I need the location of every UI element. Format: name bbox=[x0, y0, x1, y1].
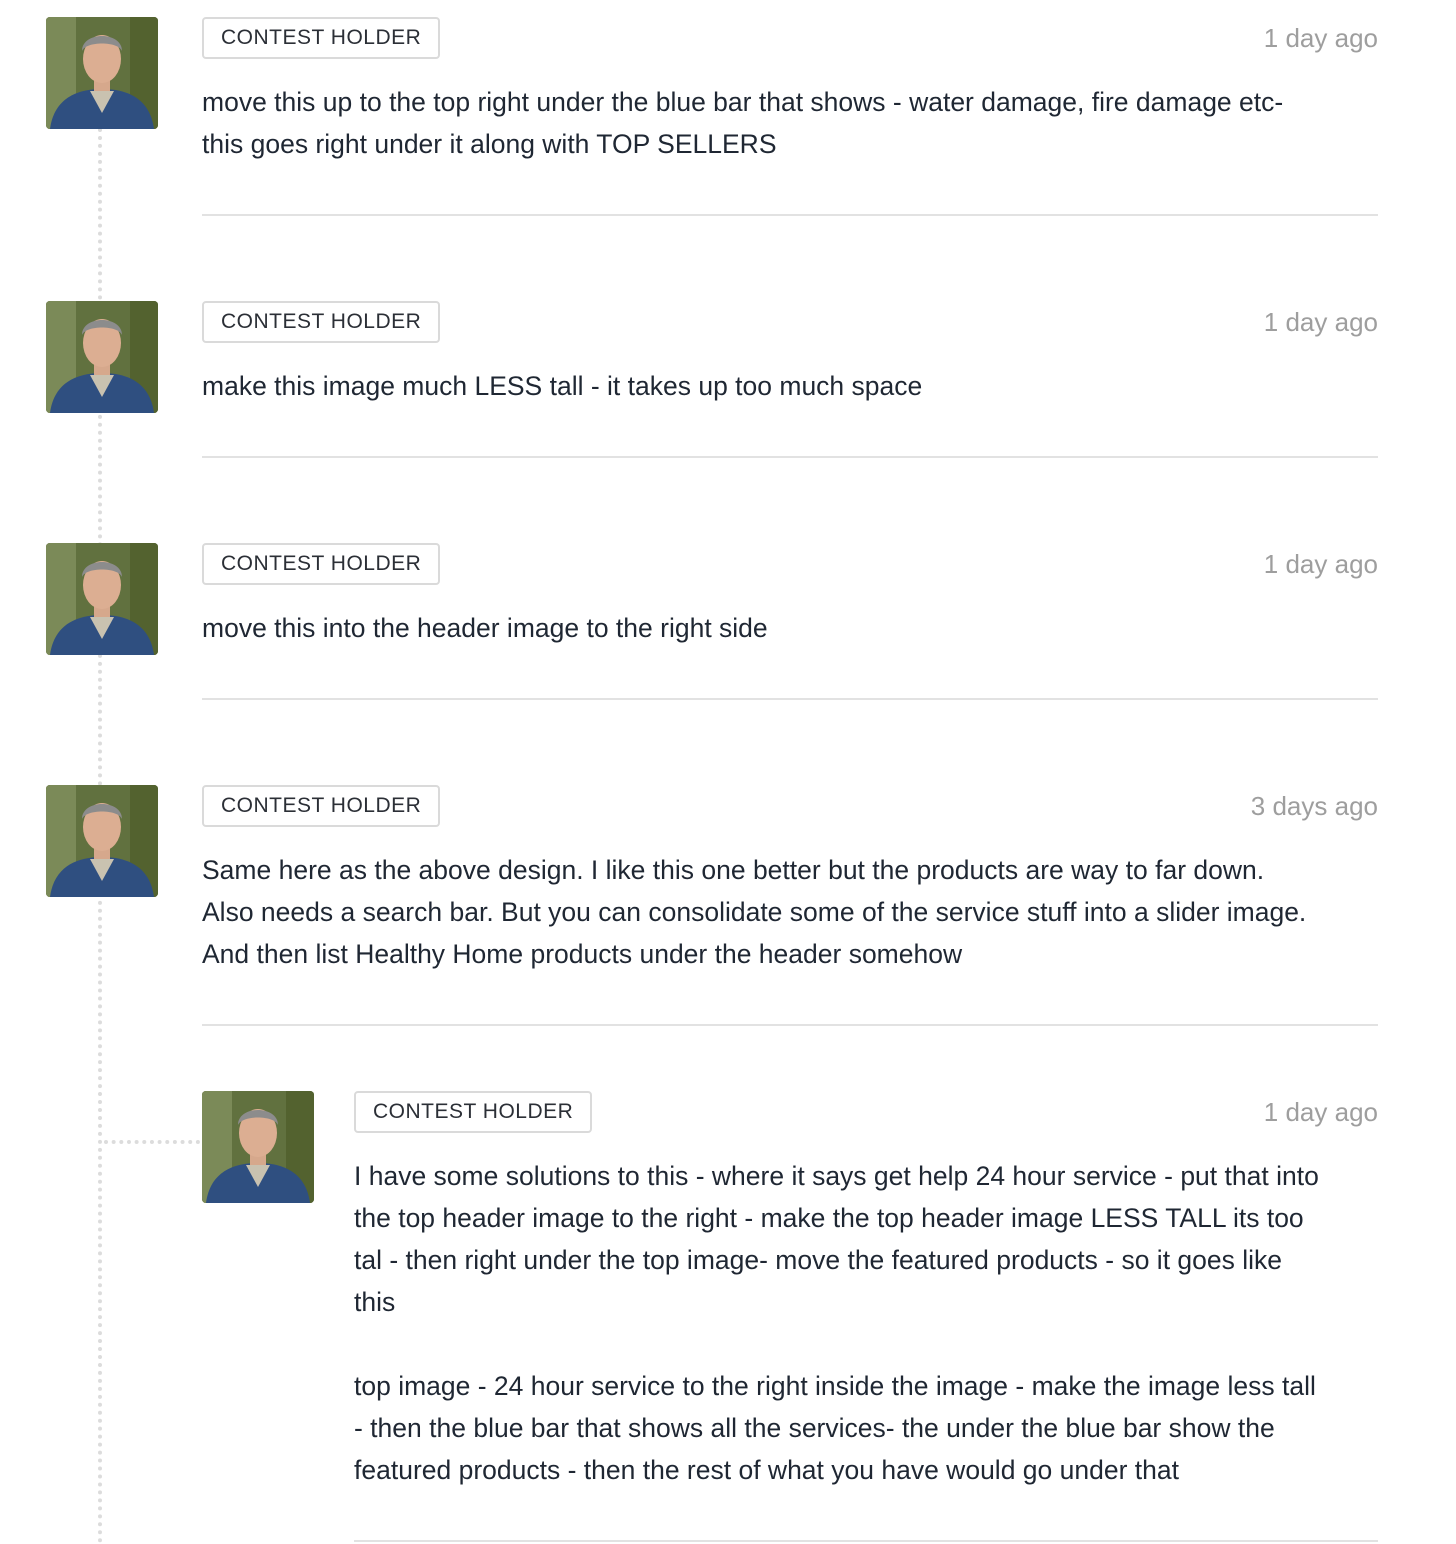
user-photo-icon bbox=[46, 17, 158, 129]
contest-holder-badge: CONTEST HOLDER bbox=[354, 1091, 593, 1133]
divider bbox=[354, 1540, 1378, 1542]
reply-comment: CONTEST HOLDER 1 day ago I have some sol… bbox=[354, 1091, 1378, 1491]
comment-timestamp: 1 day ago bbox=[1263, 1097, 1378, 1127]
reply-connector-line bbox=[104, 1140, 200, 1144]
comment: CONTEST HOLDER 1 day ago move this into … bbox=[202, 543, 1378, 649]
reply-avatar[interactable] bbox=[202, 1091, 314, 1203]
avatar[interactable] bbox=[46, 301, 158, 413]
avatar[interactable] bbox=[46, 17, 158, 129]
avatar[interactable] bbox=[46, 543, 158, 655]
user-photo-icon bbox=[202, 1091, 314, 1203]
contest-holder-badge: CONTEST HOLDER bbox=[202, 17, 441, 59]
user-photo-icon bbox=[46, 785, 158, 897]
user-photo-icon bbox=[46, 543, 158, 655]
comment-timestamp: 1 day ago bbox=[1263, 549, 1378, 579]
comment-timestamp: 1 day ago bbox=[1263, 307, 1378, 337]
user-photo-icon bbox=[46, 301, 158, 413]
comment: CONTEST HOLDER 3 days ago Same here as t… bbox=[202, 785, 1378, 975]
comment-text: Same here as the above design. I like th… bbox=[202, 855, 1307, 969]
comment-timestamp: 1 day ago bbox=[1263, 23, 1378, 53]
comment-text: I have some solutions to this - where it… bbox=[354, 1161, 1319, 1485]
divider bbox=[202, 214, 1378, 216]
comment-text: move this into the header image to the r… bbox=[202, 613, 768, 643]
comment-text: make this image much LESS tall - it take… bbox=[202, 371, 923, 401]
comment-text: move this up to the top right under the … bbox=[202, 87, 1284, 159]
divider bbox=[202, 698, 1378, 700]
divider bbox=[202, 456, 1378, 458]
contest-holder-badge: CONTEST HOLDER bbox=[202, 301, 441, 343]
comment-timestamp: 3 days ago bbox=[1250, 791, 1378, 821]
comment: CONTEST HOLDER 1 day ago make this image… bbox=[202, 301, 1378, 407]
avatar[interactable] bbox=[46, 785, 158, 897]
divider bbox=[202, 1024, 1378, 1026]
contest-holder-badge: CONTEST HOLDER bbox=[202, 543, 441, 585]
comment: CONTEST HOLDER 1 day ago move this up to… bbox=[202, 17, 1378, 165]
contest-holder-badge: CONTEST HOLDER bbox=[202, 785, 441, 827]
